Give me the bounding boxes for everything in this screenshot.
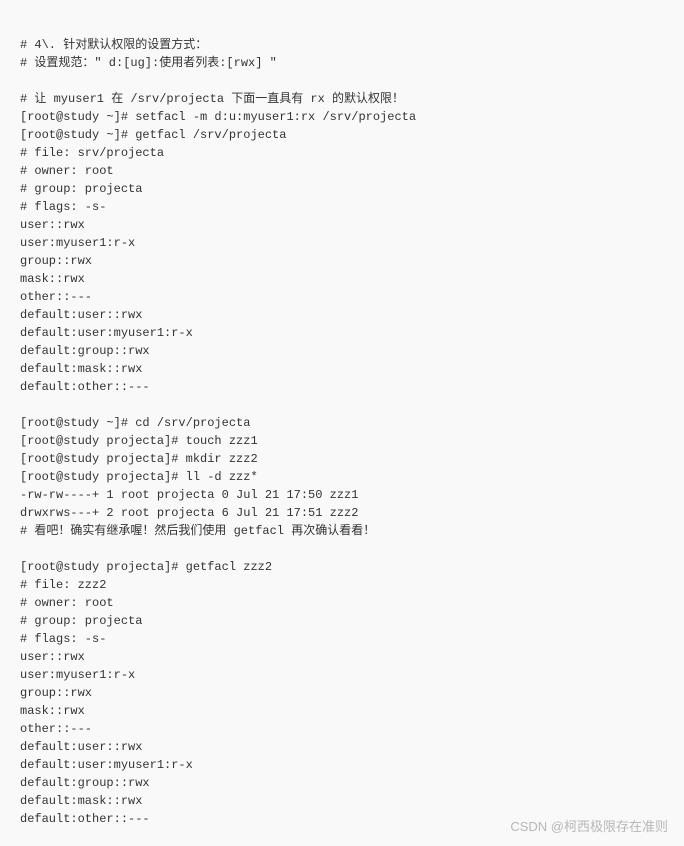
cmd-line: [root@study ~]# setfacl -m d:u:myuser1:r… — [20, 110, 416, 124]
output-line: default:group::rwx — [20, 776, 150, 790]
output-line: user:myuser1:r-x — [20, 668, 135, 682]
output-line: default:other::--- — [20, 812, 150, 826]
comment-line: # 看吧！确实有继承喔！然后我们使用 getfacl 再次确认看看！ — [20, 524, 375, 538]
output-line: default:user:myuser1:r-x — [20, 326, 193, 340]
comment-line: # 让 myuser1 在 /srv/projecta 下面一直具有 rx 的默… — [20, 92, 404, 106]
output-line: # owner: root — [20, 164, 114, 178]
output-line: default:user::rwx — [20, 740, 142, 754]
output-line: user:myuser1:r-x — [20, 236, 135, 250]
output-line: other::--- — [20, 722, 92, 736]
output-line: default:mask::rwx — [20, 362, 142, 376]
output-line: # flags: -s- — [20, 632, 106, 646]
output-line: user::rwx — [20, 650, 85, 664]
output-line: default:mask::rwx — [20, 794, 142, 808]
cmd-line: [root@study projecta]# getfacl zzz2 — [20, 560, 272, 574]
output-line: group::rwx — [20, 686, 92, 700]
output-line: drwxrws---+ 2 root projecta 6 Jul 21 17:… — [20, 506, 358, 520]
output-line: user::rwx — [20, 218, 85, 232]
cmd-line: [root@study projecta]# mkdir zzz2 — [20, 452, 258, 466]
output-line: mask::rwx — [20, 704, 85, 718]
output-line: # group: projecta — [20, 614, 142, 628]
section-rule: # 设置规范：" d:[ug]:使用者列表:[rwx] " — [20, 56, 277, 70]
output-line: # group: projecta — [20, 182, 142, 196]
output-line: # owner: root — [20, 596, 114, 610]
output-line: -rw-rw----+ 1 root projecta 0 Jul 21 17:… — [20, 488, 358, 502]
cmd-line: [root@study projecta]# touch zzz1 — [20, 434, 258, 448]
output-line: group::rwx — [20, 254, 92, 268]
output-line: # file: srv/projecta — [20, 146, 164, 160]
code-block: # 4\. 针对默认权限的设置方式： # 设置规范：" d:[ug]:使用者列表… — [20, 18, 664, 828]
output-line: default:user::rwx — [20, 308, 142, 322]
section-title: # 4\. 针对默认权限的设置方式： — [20, 38, 207, 52]
output-line: default:other::--- — [20, 380, 150, 394]
output-line: default:group::rwx — [20, 344, 150, 358]
output-line: # flags: -s- — [20, 200, 106, 214]
output-line: default:user:myuser1:r-x — [20, 758, 193, 772]
watermark-text: CSDN @柯西极限存在准则 — [510, 817, 668, 837]
output-line: other::--- — [20, 290, 92, 304]
output-line: mask::rwx — [20, 272, 85, 286]
cmd-line: [root@study ~]# getfacl /srv/projecta — [20, 128, 286, 142]
output-line: # file: zzz2 — [20, 578, 106, 592]
cmd-line: [root@study projecta]# ll -d zzz* — [20, 470, 258, 484]
cmd-line: [root@study ~]# cd /srv/projecta — [20, 416, 250, 430]
